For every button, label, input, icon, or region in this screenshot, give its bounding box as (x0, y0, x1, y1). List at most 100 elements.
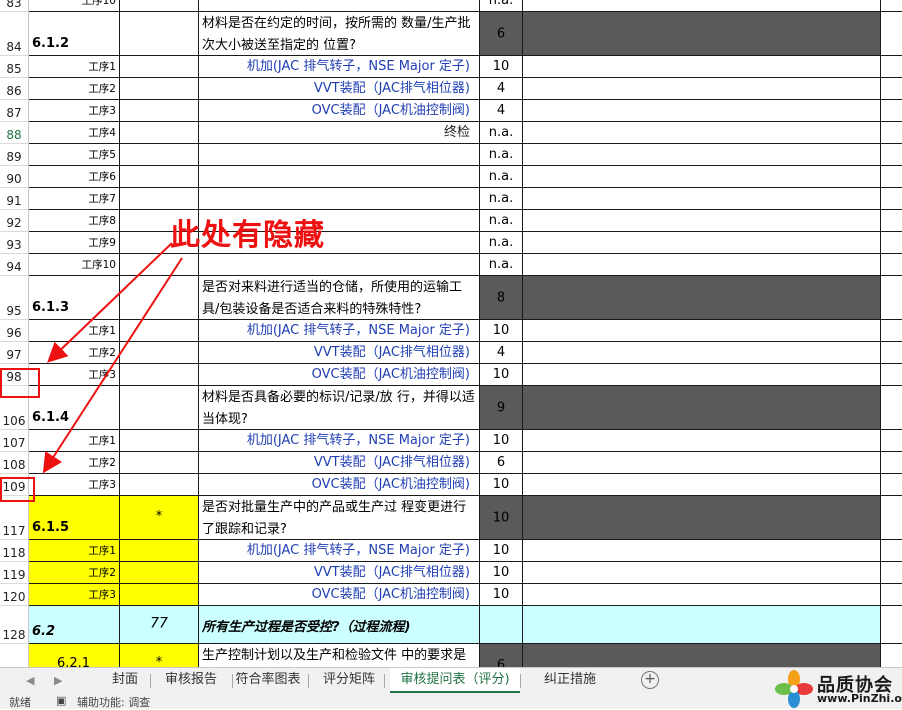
cell-question[interactable]: 材料是否在约定的时间，按所需的 数量/生产批次大小被送至指定的 位置? (199, 12, 480, 56)
cell-question[interactable]: 机加(JAC 排气转子，NSE Major 定子) (199, 56, 480, 78)
cell-section[interactable]: 工序1 (29, 430, 120, 452)
row-header[interactable]: 97 (0, 342, 29, 364)
cell-score[interactable]: 10 (480, 496, 523, 540)
cell-extra[interactable] (881, 320, 902, 342)
cell-score[interactable]: 4 (480, 100, 523, 122)
cell-score[interactable]: 10 (480, 562, 523, 584)
cell-extra[interactable] (881, 166, 902, 188)
cell-notes[interactable] (523, 644, 881, 667)
cell-question[interactable]: OVC装配（JAC机油控制阀) (199, 474, 480, 496)
cell-score[interactable]: 10 (480, 56, 523, 78)
cell-score[interactable]: 8 (480, 276, 523, 320)
cell-question[interactable]: 机加(JAC 排气转子，NSE Major 定子) (199, 540, 480, 562)
cell-score[interactable]: n.a. (480, 210, 523, 232)
row-header[interactable]: 94 (0, 254, 29, 276)
cell-score[interactable]: 6 (480, 452, 523, 474)
cell-notes[interactable] (523, 474, 881, 496)
cell-notes[interactable] (523, 562, 881, 584)
cell-mark[interactable] (120, 276, 199, 320)
cell-section[interactable]: 工序7 (29, 188, 120, 210)
row-header[interactable]: 118 (0, 540, 29, 562)
cell-mark[interactable]: * (120, 644, 199, 667)
cell-section[interactable]: 工序1 (29, 540, 120, 562)
cell-question[interactable]: 机加(JAC 排气转子，NSE Major 定子) (199, 430, 480, 452)
cell-extra[interactable] (881, 100, 902, 122)
cell-mark[interactable] (120, 122, 199, 144)
cell-mark[interactable] (120, 144, 199, 166)
cell-mark[interactable] (120, 12, 199, 56)
cell-section[interactable]: 工序4 (29, 122, 120, 144)
cell-extra[interactable] (881, 562, 902, 584)
cell-section[interactable]: 工序10 (29, 254, 120, 276)
cell-question[interactable]: 是否对批量生产中的产品或生产过 程变更进行了跟踪和记录? (199, 496, 480, 540)
cell-section[interactable]: 工序1 (29, 320, 120, 342)
cell-section[interactable]: 工序3 (29, 100, 120, 122)
cell-extra[interactable] (881, 496, 902, 540)
cell-section[interactable]: 工序2 (29, 562, 120, 584)
add-sheet-icon[interactable]: + (641, 671, 659, 689)
row-header[interactable]: 107 (0, 430, 29, 452)
cell-mark[interactable] (120, 430, 199, 452)
row-header[interactable]: 88 (0, 122, 29, 144)
cell-question[interactable]: VVT装配（JAC排气相位器) (199, 342, 480, 364)
row-header[interactable]: 108 (0, 452, 29, 474)
cell-section[interactable]: 工序3 (29, 364, 120, 386)
cell-notes[interactable] (523, 342, 881, 364)
row-header[interactable]: 95 (0, 276, 29, 320)
cell-question[interactable]: VVT装配（JAC排气相位器) (199, 452, 480, 474)
accessibility-status[interactable]: 辅助功能: 调查 (77, 694, 150, 710)
sheet-tab[interactable]: 审核报告 (150, 668, 232, 693)
cell-extra[interactable] (881, 276, 902, 320)
row-header[interactable]: 91 (0, 188, 29, 210)
cell-score[interactable]: 6 (480, 12, 523, 56)
cell-mark[interactable] (120, 78, 199, 100)
cell-notes[interactable] (523, 12, 881, 56)
cell-question[interactable] (199, 254, 480, 276)
cell-extra[interactable] (881, 364, 902, 386)
cell-extra[interactable] (881, 386, 902, 430)
cell-score[interactable]: 10 (480, 540, 523, 562)
cell-score[interactable]: 10 (480, 364, 523, 386)
cell-question[interactable]: VVT装配（JAC排气相位器) (199, 78, 480, 100)
cell-section[interactable]: 工序3 (29, 474, 120, 496)
cell-section[interactable]: 6.1.2 (29, 12, 120, 56)
cell-score[interactable]: 10 (480, 474, 523, 496)
cell-mark[interactable] (120, 584, 199, 606)
row-header[interactable]: 96 (0, 320, 29, 342)
cell-question[interactable]: 是否对来料进行适当的仓储，所使用的运输工具/包装设备是否适合来料的特殊特性? (199, 276, 480, 320)
cell-notes[interactable] (523, 540, 881, 562)
cell-mark[interactable] (120, 166, 199, 188)
cell-notes[interactable] (523, 144, 881, 166)
cell-notes[interactable] (523, 0, 881, 12)
cell-extra[interactable] (881, 12, 902, 56)
cell-notes[interactable] (523, 364, 881, 386)
row-header[interactable]: 90 (0, 166, 29, 188)
cell-mark[interactable] (120, 100, 199, 122)
row-header[interactable]: 120 (0, 584, 29, 606)
tab-scroll-left-icon[interactable]: ◀ (26, 674, 34, 687)
cell-extra[interactable] (881, 254, 902, 276)
sheet-tab[interactable]: 评分矩阵 (314, 668, 384, 693)
macro-record-icon[interactable]: ▣ (56, 694, 66, 707)
row-header[interactable]: 86 (0, 78, 29, 100)
cell-question[interactable]: 终检 (199, 122, 480, 144)
cell-notes[interactable] (523, 78, 881, 100)
cell-extra[interactable] (881, 540, 902, 562)
cell-extra[interactable] (881, 0, 902, 12)
cell-extra[interactable] (881, 584, 902, 606)
cell-score[interactable]: n.a. (480, 254, 523, 276)
cell-section[interactable]: 工序2 (29, 452, 120, 474)
row-header[interactable]: 128 (0, 606, 29, 644)
cell-extra[interactable] (881, 122, 902, 144)
row-header[interactable]: 119 (0, 562, 29, 584)
cell-score[interactable]: 6 (480, 644, 523, 667)
cell-question[interactable] (199, 188, 480, 210)
sheet-tab[interactable]: 符合率图表 (228, 668, 308, 693)
cell-mark[interactable] (120, 386, 199, 430)
cell-mark[interactable] (120, 452, 199, 474)
cell-score[interactable]: 9 (480, 386, 523, 430)
cell-extra[interactable] (881, 188, 902, 210)
cell-notes[interactable] (523, 166, 881, 188)
cell-question[interactable]: 所有生产过程是否受控?（过程流程) (199, 606, 480, 644)
cell-section[interactable]: 6.1.5 (29, 496, 120, 540)
